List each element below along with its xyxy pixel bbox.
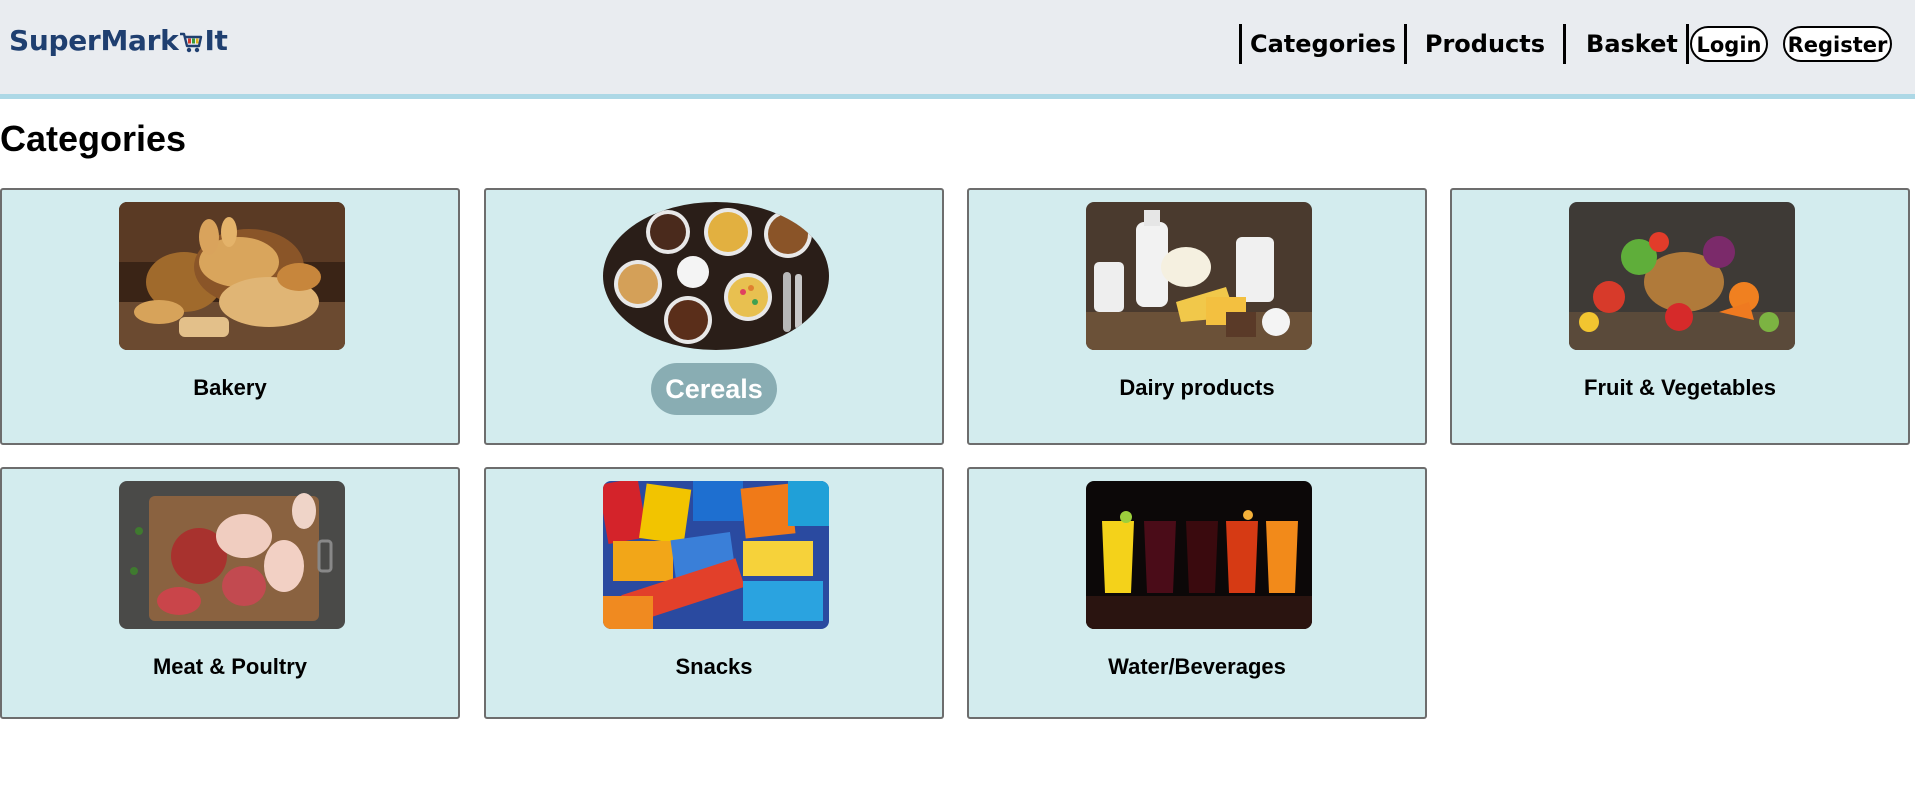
cereals-image: [603, 202, 829, 350]
category-card-cereals[interactable]: Cereals: [484, 188, 944, 445]
site-header: SuperMark It Categories Products Basket …: [0, 0, 1915, 99]
category-label: Fruit & Vegetables: [1584, 375, 1776, 400]
login-button[interactable]: Login: [1690, 26, 1768, 62]
shopping-cart-icon: [179, 28, 203, 54]
nav-divider: [1685, 24, 1689, 64]
site-logo[interactable]: SuperMark It: [9, 24, 228, 57]
category-card-bakery[interactable]: Bakery: [0, 188, 460, 445]
category-label: Dairy products: [1119, 375, 1275, 400]
nav-basket-link[interactable]: Basket: [1566, 24, 1686, 64]
snacks-image: [603, 481, 829, 629]
meat-poultry-image: [119, 481, 345, 629]
category-card-meat-poultry[interactable]: Meat & Poultry: [0, 467, 460, 719]
main-nav: Categories Products Basket: [1239, 24, 1689, 64]
fruit-vegetables-image: [1569, 202, 1795, 350]
logo-text: SuperMark: [9, 24, 179, 57]
beverages-image: [1086, 481, 1312, 629]
register-button[interactable]: Register: [1783, 26, 1892, 62]
logo-text-suffix: It: [204, 24, 228, 57]
page-title: Categories: [0, 118, 187, 159]
category-label: Bakery: [193, 375, 267, 400]
category-card-water-beverages[interactable]: Water/Beverages: [967, 467, 1427, 719]
category-label: Snacks: [675, 654, 753, 679]
category-label: Meat & Poultry: [152, 654, 308, 679]
category-card-fruit-vegetables[interactable]: Fruit & Vegetables: [1450, 188, 1910, 445]
category-card-snacks[interactable]: Snacks: [484, 467, 944, 719]
nav-products-link[interactable]: Products: [1407, 24, 1563, 64]
category-label: Water/Beverages: [1108, 654, 1286, 679]
nav-categories-link[interactable]: Categories: [1242, 24, 1404, 64]
category-label: Cereals: [651, 363, 777, 415]
bakery-image: [119, 202, 345, 350]
dairy-image: [1086, 202, 1312, 350]
category-card-dairy[interactable]: Dairy products: [967, 188, 1427, 445]
